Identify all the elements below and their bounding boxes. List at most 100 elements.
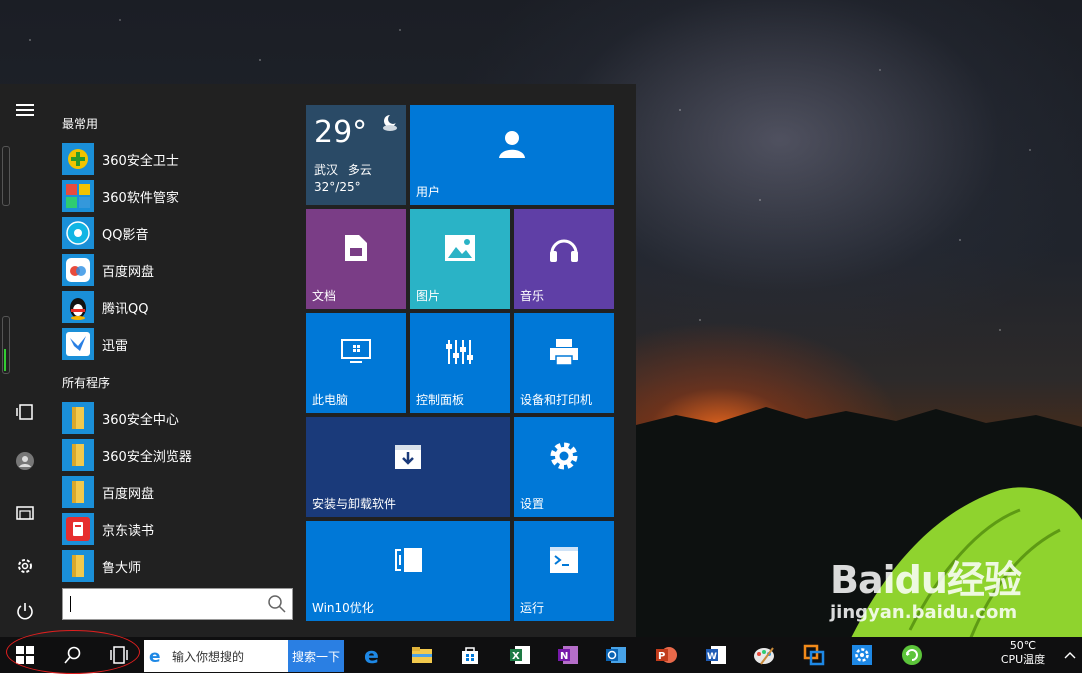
360-software-manager-icon	[62, 180, 94, 212]
tile-label: 运行	[520, 601, 545, 615]
power-icon[interactable]	[13, 599, 37, 623]
tile-label: 音乐	[520, 289, 545, 303]
list-item-label: 360安全浏览器	[102, 449, 192, 465]
onenote-button[interactable]: N	[552, 637, 584, 673]
svg-text:P: P	[658, 651, 665, 662]
tile-label: 文档	[312, 289, 337, 303]
run-tile[interactable]: 运行	[514, 521, 614, 621]
word-icon: W	[706, 646, 726, 664]
list-item[interactable]: 迅雷	[62, 327, 302, 361]
optimize-panel-icon	[306, 521, 510, 599]
list-item[interactable]: 京东读书	[62, 512, 302, 546]
win10-optimize-tile[interactable]: Win10优化	[306, 521, 510, 621]
folder-icon	[62, 402, 94, 434]
user-tile[interactable]: 用户	[410, 105, 614, 205]
store-button[interactable]	[454, 637, 486, 673]
list-item[interactable]: 腾讯QQ	[62, 290, 302, 324]
cpu-temperature-value: 50℃	[1009, 639, 1037, 652]
scroll-indicator-bottom	[2, 316, 10, 374]
onenote-icon: N	[558, 646, 578, 664]
settings-gear-icon[interactable]	[13, 554, 37, 578]
outlook-button[interactable]	[600, 637, 632, 673]
file-explorer-button[interactable]	[406, 637, 438, 673]
start-search-input[interactable]	[62, 588, 293, 620]
devices-printers-tile[interactable]: 设备和打印机	[514, 313, 614, 413]
list-item[interactable]: QQ影音	[62, 216, 302, 250]
list-item-label: 京东读书	[102, 523, 155, 539]
printer-icon	[514, 313, 614, 391]
xunlei-bird-icon	[62, 328, 94, 360]
most-used-header: 最常用	[62, 117, 99, 131]
svg-text:N: N	[560, 651, 568, 662]
weather-condition: 多云	[347, 163, 372, 177]
folder-icon	[62, 439, 94, 471]
start-menu: 最常用 360安全卫士 360软件管家 QQ影音 百度网盘 腾讯QQ 迅雷 所有…	[0, 84, 636, 637]
search-icon[interactable]	[267, 594, 287, 614]
svg-text:X: X	[512, 651, 520, 662]
list-item[interactable]: 360软件管家	[62, 179, 302, 213]
picture-icon	[410, 209, 510, 287]
list-item[interactable]: 360安全卫士	[62, 142, 302, 176]
excel-icon: X	[510, 646, 530, 664]
virtual-machine-icon	[803, 644, 825, 666]
hamburger-menu-icon[interactable]	[13, 98, 37, 122]
vm-app-button[interactable]	[798, 637, 830, 673]
user-avatar-icon[interactable]	[13, 449, 37, 473]
list-item[interactable]: 360安全中心	[62, 401, 302, 435]
qq-penguin-icon	[62, 291, 94, 323]
install-uninstall-tile[interactable]: 安装与卸载软件	[306, 417, 510, 517]
refresh-circle-icon	[902, 645, 922, 665]
list-item[interactable]: 百度网盘	[62, 475, 302, 509]
pictures-tile[interactable]: 图片	[410, 209, 510, 309]
control-panel-tile[interactable]: 控制面板	[410, 313, 510, 413]
green-app-button[interactable]	[896, 637, 928, 673]
documents-tile[interactable]: 文档	[306, 209, 406, 309]
list-item-label: 360安全中心	[102, 412, 179, 428]
list-item-label: 鲁大师	[102, 560, 142, 576]
sliders-icon	[410, 313, 510, 391]
taskbar-browser-search-box[interactable]: e 输入你想搜的	[144, 640, 288, 672]
tile-label: 图片	[416, 289, 441, 303]
list-item-label: QQ影音	[102, 227, 149, 243]
tile-label: 安装与卸载软件	[312, 497, 397, 511]
run-console-icon	[514, 521, 614, 599]
list-item-label: 百度网盘	[102, 264, 155, 280]
taskbar-search-placeholder: 输入你想搜的	[172, 649, 245, 664]
tablet-mode-icon[interactable]	[13, 400, 37, 424]
powerpoint-button[interactable]: P	[650, 637, 682, 673]
all-programs-header: 所有程序	[62, 376, 111, 390]
file-explorer-icon[interactable]	[13, 500, 37, 524]
list-item[interactable]: 百度网盘	[62, 253, 302, 287]
settings-taskbar-button[interactable]	[846, 637, 878, 673]
weather-range: 32°/25°	[314, 180, 361, 194]
svg-text:e: e	[364, 644, 379, 666]
list-item-label: 360软件管家	[102, 190, 179, 206]
show-hidden-icons-button[interactable]	[1062, 637, 1078, 673]
tile-label: 控制面板	[416, 393, 465, 407]
folder-icon	[412, 647, 432, 663]
this-pc-tile[interactable]: 此电脑	[306, 313, 406, 413]
paint-button[interactable]	[748, 637, 780, 673]
tile-label: 设备和打印机	[520, 393, 593, 407]
settings-tile[interactable]: 设置	[514, 417, 614, 517]
chevron-up-icon	[1064, 652, 1076, 659]
excel-button[interactable]: X	[504, 637, 536, 673]
qq-player-icon	[62, 217, 94, 249]
list-item-label: 腾讯QQ	[102, 301, 149, 317]
outlook-icon	[606, 647, 626, 663]
watermark-logo: Baidu经验	[830, 558, 1022, 602]
word-button[interactable]: W	[700, 637, 732, 673]
start-menu-rail	[0, 84, 50, 637]
moon-cloud-icon	[383, 114, 398, 131]
baidu-jingyan-watermark: Baidu经验 jingyan.baidu.com	[830, 560, 1080, 640]
edge-browser-button[interactable]: e	[358, 637, 390, 673]
music-tile[interactable]: 音乐	[514, 209, 614, 309]
document-icon	[306, 209, 406, 287]
weather-tile[interactable]: 29° 武汉 多云 32°/25°	[306, 105, 406, 205]
cpu-temperature-widget[interactable]: 50℃ CPU温度	[990, 639, 1056, 667]
list-item[interactable]: 鲁大师	[62, 549, 302, 583]
gear-icon	[514, 417, 614, 495]
watermark-url: jingyan.baidu.com	[830, 602, 1018, 623]
taskbar-search-submit-button[interactable]: 搜索一下	[288, 640, 344, 672]
list-item[interactable]: 360安全浏览器	[62, 438, 302, 472]
